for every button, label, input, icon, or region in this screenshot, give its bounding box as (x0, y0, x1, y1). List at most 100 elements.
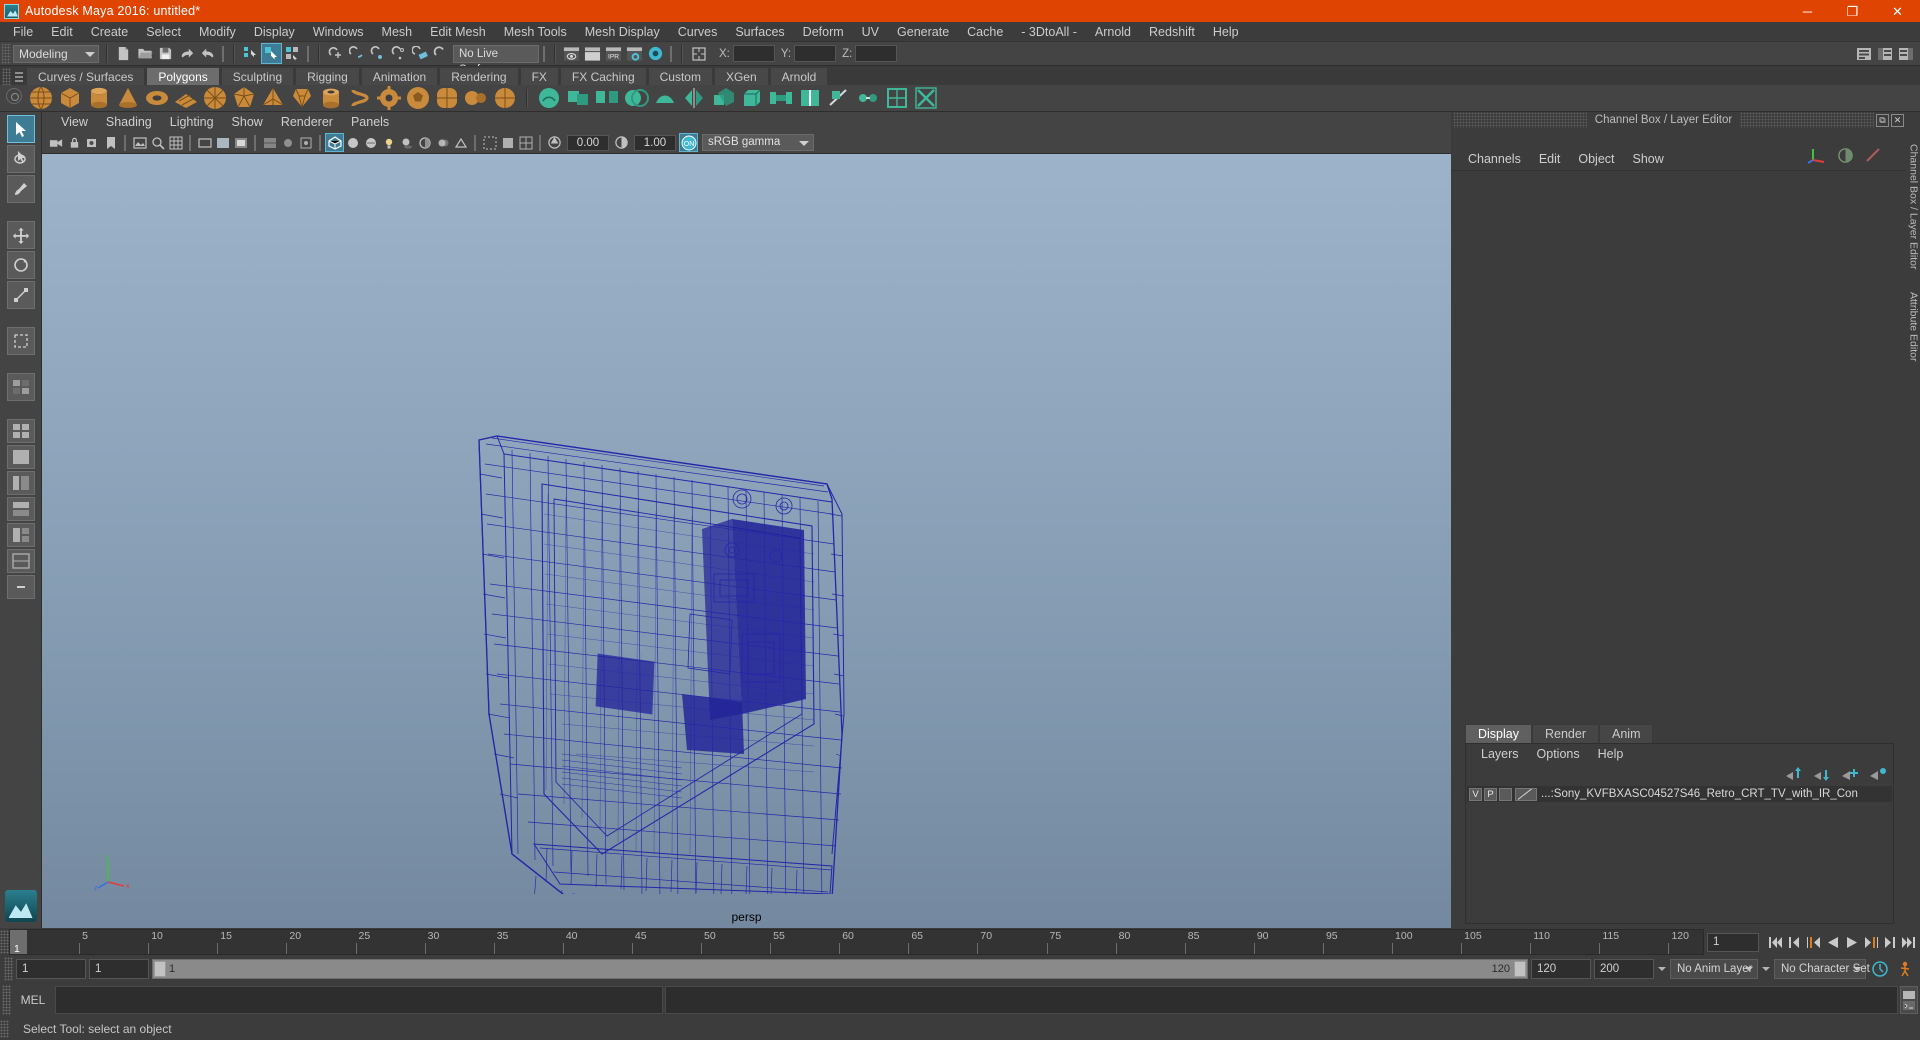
grid-toggle-icon[interactable] (167, 134, 184, 151)
viewport-3d[interactable]: y x z persp (42, 154, 1451, 928)
viewport-menu-lighting[interactable]: Lighting (161, 112, 223, 132)
use-all-lights-icon[interactable] (380, 134, 397, 151)
shelf-tab-sculpting[interactable]: Sculpting (220, 67, 295, 85)
poly-cube-icon[interactable] (57, 85, 83, 111)
time-slider-ticks[interactable]: 1 5 10 15 20 25 30 35 40 45 50 55 60 65 70 75 80 85 90 95 1… (9, 929, 1704, 955)
anim-layer-caret-icon[interactable] (1657, 959, 1667, 979)
uv-editor-icon[interactable] (913, 85, 939, 111)
help-line-grip[interactable] (0, 1020, 9, 1038)
step-forward-key-icon[interactable] (1862, 933, 1879, 951)
poly-cone-icon[interactable] (115, 85, 141, 111)
command-line-grip[interactable] (2, 985, 11, 1015)
film-gate-icon[interactable] (196, 134, 213, 151)
live-surface-field[interactable]: No Live Surface (453, 44, 539, 76)
range-slider-grip[interactable] (4, 957, 13, 981)
layer-state-toggle[interactable] (1499, 787, 1512, 801)
channel-box-icon[interactable] (1896, 44, 1915, 63)
snap-to-point-icon[interactable] (368, 44, 387, 63)
playback-range-track[interactable]: 1 120 (152, 959, 1528, 979)
paint-select-tool-icon[interactable] (6, 175, 35, 203)
menu-uv[interactable]: UV (853, 22, 888, 42)
range-end-max-field[interactable]: 200 (1594, 959, 1654, 979)
target-weld-icon[interactable] (855, 85, 881, 111)
poly-spherical-harmonics-icon[interactable] (463, 85, 489, 111)
combine-icon[interactable] (565, 85, 591, 111)
extrude-icon[interactable] (710, 85, 736, 111)
lambert-sphere-icon[interactable] (1837, 147, 1854, 164)
screen-space-ao-icon[interactable] (416, 134, 433, 151)
menu-surfaces[interactable]: Surfaces (726, 22, 793, 42)
menu-modify[interactable]: Modify (190, 22, 245, 42)
persp-render-layout-icon[interactable] (6, 523, 35, 547)
shelf-tab-custom[interactable]: Custom (647, 67, 713, 85)
step-forward-frame-icon[interactable] (1881, 933, 1898, 951)
cb-menu-object[interactable]: Object (1569, 148, 1623, 170)
redo-icon[interactable] (198, 44, 217, 63)
select-tool-icon[interactable] (6, 115, 35, 143)
layer-list[interactable]: V P ...:Sony_KVFBXASC04527S46_Retro_CRT_… (1466, 784, 1893, 923)
step-back-key-icon[interactable] (1805, 933, 1822, 951)
z-field[interactable] (855, 45, 898, 62)
resolution-gate-icon[interactable] (214, 134, 231, 151)
rotate-tool-icon[interactable] (6, 251, 35, 279)
persp-outliner-layout-icon[interactable] (6, 445, 35, 469)
tab-display[interactable]: Display (1465, 724, 1532, 743)
menu-edit-mesh[interactable]: Edit Mesh (421, 22, 495, 42)
poly-soccerball-icon[interactable] (405, 85, 431, 111)
tab-anim[interactable]: Anim (1599, 724, 1654, 743)
booleans-icon[interactable] (623, 85, 649, 111)
maximize-button[interactable]: ❐ (1830, 0, 1875, 22)
menu-arnold[interactable]: Arnold (1086, 22, 1140, 42)
exposure-value-field[interactable]: 0.00 (567, 134, 609, 151)
command-language-label[interactable]: MEL (13, 993, 53, 1007)
statusline-grip[interactable] (2, 43, 11, 64)
step-back-frame-icon[interactable] (1786, 933, 1803, 951)
select-by-component-icon[interactable] (283, 44, 302, 63)
last-tool-used-icon[interactable] (6, 327, 35, 355)
new-layer-icon[interactable] (1841, 767, 1859, 781)
shelf-options-icon[interactable] (6, 88, 22, 104)
smooth-icon[interactable] (652, 85, 678, 111)
move-layer-up-icon[interactable] (1785, 767, 1803, 781)
current-frame-field[interactable]: 1 (1707, 932, 1759, 952)
ipr-render-icon[interactable]: IPR (604, 44, 623, 63)
poly-pipe-icon[interactable] (318, 85, 344, 111)
select-by-hierarchy-icon[interactable] (241, 44, 260, 63)
poly-sphere-icon[interactable] (28, 85, 54, 111)
menu-help[interactable]: Help (1204, 22, 1248, 42)
new-layer-from-selected-icon[interactable] (1869, 767, 1887, 781)
axis-manip-icon[interactable] (1807, 146, 1827, 164)
time-slider-grip[interactable] (0, 930, 9, 954)
poly-plane-icon[interactable] (173, 85, 199, 111)
shelf-tab-fx[interactable]: FX (519, 67, 559, 85)
new-scene-icon[interactable] (114, 44, 133, 63)
animation-preferences-icon[interactable] (1894, 960, 1916, 978)
viewport-menu-renderer[interactable]: Renderer (272, 112, 342, 132)
poly-disc-icon[interactable] (202, 85, 228, 111)
select-camera-icon[interactable] (48, 134, 65, 151)
scale-tool-icon[interactable] (6, 281, 35, 309)
sculpt-geometry-icon[interactable] (536, 85, 562, 111)
shelf-tab-polygons[interactable]: Polygons (146, 67, 220, 85)
close-button[interactable]: ✕ (1875, 0, 1920, 22)
layer-menu-layers[interactable]: Layers (1472, 744, 1528, 764)
input-output-connections-icon[interactable] (689, 44, 708, 63)
range-start-min-field[interactable]: 1 (16, 959, 86, 979)
menu-generate[interactable]: Generate (888, 22, 958, 42)
exposure-icon[interactable] (546, 134, 563, 151)
four-view-layout-icon[interactable] (6, 419, 35, 443)
open-scene-icon[interactable] (135, 44, 154, 63)
poly-superellipse-icon[interactable] (434, 85, 460, 111)
gate-mask-icon[interactable] (232, 134, 249, 151)
grid-display-icon[interactable] (517, 134, 534, 151)
y-field[interactable] (794, 45, 837, 62)
image-plane-icon[interactable] (131, 134, 148, 151)
snap-to-projected-center-icon[interactable] (389, 44, 408, 63)
range-start-field[interactable]: 1 (89, 959, 149, 979)
menu-cache[interactable]: Cache (958, 22, 1012, 42)
shadows-toggle-icon[interactable] (398, 134, 415, 151)
menu-file[interactable]: File (4, 22, 42, 42)
viewport-menu-view[interactable]: View (52, 112, 97, 132)
multi-cut-icon[interactable] (826, 85, 852, 111)
hypershade-persp-layout-icon[interactable] (6, 497, 35, 521)
